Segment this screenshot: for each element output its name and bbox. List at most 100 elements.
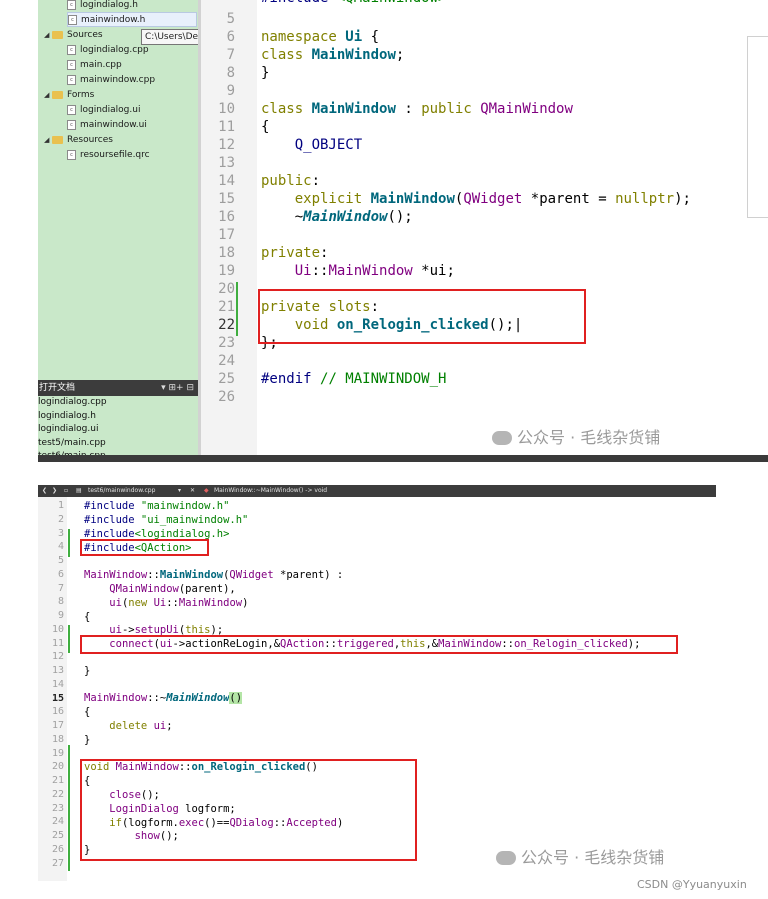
line-number: 12 xyxy=(51,651,64,663)
highlight-box-connect xyxy=(80,635,678,654)
tree-file[interactable]: c mainwindow.cpp xyxy=(67,72,155,87)
line-number: 10 xyxy=(51,623,64,635)
header-editor-screenshot: c logindialog.h c mainwindow.h ◢ Sources c logi… xyxy=(38,0,768,462)
tree-folder[interactable]: ◢ Forms xyxy=(44,87,94,102)
wechat-icon xyxy=(492,431,512,445)
line-number: 14 xyxy=(218,173,235,189)
file-icon: c xyxy=(68,14,77,25)
code-line: MainWindow::MainWindow(QWidget *parent) … xyxy=(84,569,344,581)
line-number: 21 xyxy=(218,299,235,315)
file-dropdown-icon[interactable]: ▾ xyxy=(178,485,181,497)
line-number: 14 xyxy=(51,678,64,690)
line-number: 4 xyxy=(57,541,64,553)
code-line: } xyxy=(84,734,91,746)
code-line: explicit MainWindow(QWidget *parent = nu… xyxy=(294,191,691,207)
line-number: 16 xyxy=(218,209,235,225)
tree-file[interactable]: c main.cpp xyxy=(67,57,122,72)
line-number: 16 xyxy=(51,706,64,718)
line-number-gutter: 1 2 3 4 5 6 7 8 9 10 11 12 13 14 15 16 17 18 19 20 21 22 23 24 2… xyxy=(38,497,67,881)
line-number: 13 xyxy=(51,665,64,676)
code-line: class MainWindow : public QMainWindow xyxy=(261,101,573,117)
line-number: 25 xyxy=(218,371,235,387)
watermark: 公众号 · 毛线杂货铺 xyxy=(492,424,660,448)
code-line: public: xyxy=(261,173,321,189)
open-document-item[interactable]: logindialog.cpp xyxy=(38,397,107,407)
expand-arrow-icon[interactable]: ◢ xyxy=(44,31,52,39)
line-number: 10 xyxy=(218,101,235,117)
tree-file[interactable]: c mainwindow.h xyxy=(67,12,197,27)
open-document-item[interactable]: test5/main.cpp xyxy=(38,438,106,448)
tree-file[interactable]: c logindialog.cpp xyxy=(67,42,149,57)
tree-item-label: logindialog.cpp xyxy=(80,44,149,55)
tab-symbol[interactable]: MainWindow::~MainWindow() -> void xyxy=(214,485,327,497)
tree-item-label: logindialog.h xyxy=(80,0,138,10)
line-number: 23 xyxy=(51,802,64,814)
tree-item-label: main.cpp xyxy=(80,59,122,70)
code-line: #endif // MAINWINDOW_H xyxy=(261,371,447,387)
line-number: 23 xyxy=(218,335,235,351)
line-number: 9 xyxy=(57,610,64,621)
status-strip xyxy=(38,455,768,462)
open-documents-controls[interactable]: ▾ ⊞+ ⊟ xyxy=(161,380,194,396)
code-line: ~MainWindow(); xyxy=(261,209,413,225)
line-number: 11 xyxy=(51,637,64,649)
tree-item-label: resoursefile.qrc xyxy=(80,149,150,160)
tree-item-label: mainwindow.cpp xyxy=(80,74,156,85)
line-number: 5 xyxy=(57,555,64,566)
line-number: 8 xyxy=(226,65,235,81)
tree-item-label: logindialog.ui xyxy=(80,104,141,115)
expand-arrow-icon[interactable]: ◢ xyxy=(44,91,52,99)
line-number: 27 xyxy=(51,857,64,869)
close-icon[interactable]: ✕ xyxy=(190,485,195,497)
open-document-item[interactable]: logindialog.h xyxy=(38,411,96,421)
tree-file[interactable]: c mainwindow.ui xyxy=(67,117,147,132)
source-editor-screenshot: ❮ ❯ ▫ ▤ test6/mainwindow.cpp ▾ ✕ ◆ MainW… xyxy=(38,485,716,881)
highlight-box-slot-impl xyxy=(80,759,417,861)
code-line: Ui::MainWindow *ui; xyxy=(294,263,455,279)
code-line: namespace Ui { xyxy=(261,29,380,45)
code-line: #include "ui_mainwindow.h" xyxy=(84,514,249,526)
file-icon: c xyxy=(67,0,76,10)
expand-arrow-icon[interactable]: ◢ xyxy=(44,136,52,144)
watermark: 公众号 · 毛线杂货铺 xyxy=(496,844,664,868)
line-number: 22 xyxy=(51,788,64,800)
code-line: } xyxy=(84,665,91,677)
tree-item-label: Resources xyxy=(67,134,113,145)
change-marker xyxy=(68,625,70,653)
tree-folder[interactable]: ◢ Resources xyxy=(44,132,113,147)
line-number: 2 xyxy=(57,513,64,525)
open-documents-list[interactable]: logindialog.cpp logindialog.h logindialog.… xyxy=(38,396,198,462)
file-icon: c xyxy=(67,59,76,70)
line-number: 20 xyxy=(218,281,235,297)
editor-tab-bar[interactable]: ❮ ❯ ▫ ▤ test6/mainwindow.cpp ▾ ✕ ◆ MainW… xyxy=(38,485,716,497)
line-number: 19 xyxy=(51,747,64,759)
line-number: 6 xyxy=(57,568,64,580)
nav-back-icon[interactable]: ❮ xyxy=(42,485,47,497)
side-panel-edge xyxy=(747,36,768,218)
tab-file[interactable]: test6/mainwindow.cpp xyxy=(88,485,155,497)
code-editor-header[interactable]: #include <QMainWindow> namespace Ui { cl… xyxy=(257,0,768,455)
tree-folder[interactable]: ◢ Sources xyxy=(44,27,103,42)
lock-icon: ▫ xyxy=(64,487,69,494)
file-icon: c xyxy=(67,119,76,130)
tree-item-label: mainwindow.ui xyxy=(80,119,147,130)
nav-forward-icon[interactable]: ❯ xyxy=(52,485,57,497)
tree-file[interactable]: c logindialog.ui xyxy=(67,102,140,117)
open-document-item[interactable]: logindialog.ui xyxy=(38,424,98,434)
line-number: 17 xyxy=(51,720,64,731)
line-number: 26 xyxy=(51,843,64,855)
code-line: #include "mainwindow.h" xyxy=(84,500,230,512)
code-line: { xyxy=(261,119,270,135)
line-number: 26 xyxy=(218,389,235,405)
open-documents-header: 打开文档 ▾ ⊞+ ⊟ xyxy=(38,380,198,396)
line-number: 12 xyxy=(218,137,235,153)
tree-file[interactable]: c logindialog.h xyxy=(67,0,138,12)
line-number: 3 xyxy=(57,527,64,539)
code-line: MainWindow::~MainWindow() xyxy=(84,692,243,704)
line-number: 21 xyxy=(51,775,64,786)
tree-file[interactable]: c resoursefile.qrc xyxy=(67,147,150,162)
folder-icon xyxy=(52,135,63,144)
line-number: 7 xyxy=(226,47,235,63)
code-line: ui(new Ui::MainWindow) xyxy=(109,597,249,609)
project-tree[interactable]: c logindialog.h c mainwindow.h ◢ Sources c logi… xyxy=(38,0,198,380)
